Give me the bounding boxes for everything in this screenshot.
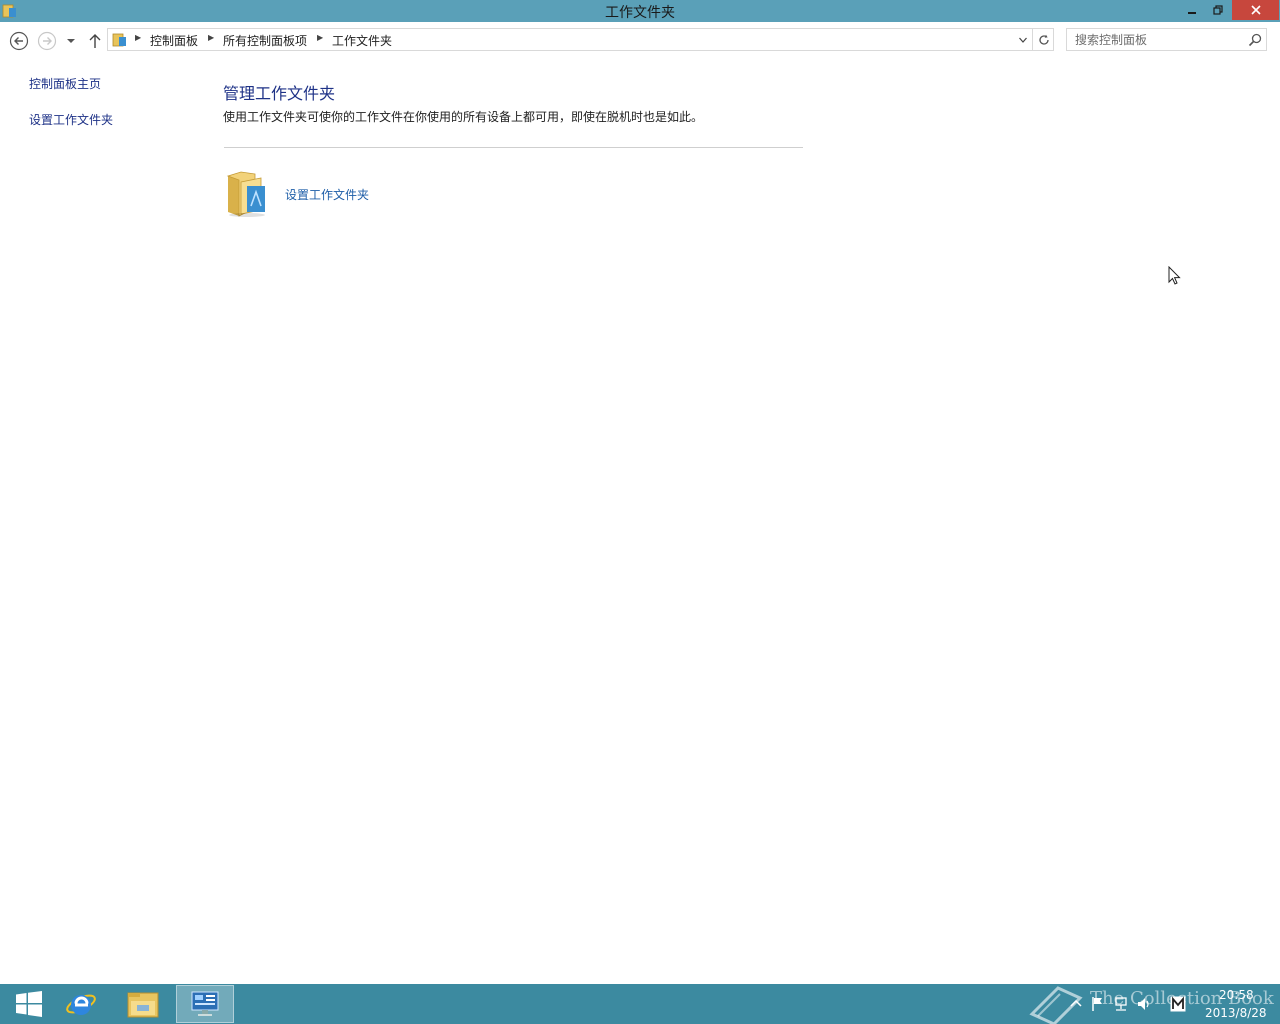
breadcrumb-control-panel[interactable]: 控制面板 (150, 32, 198, 49)
breadcrumb-separator-icon[interactable]: ▶ (317, 33, 323, 42)
control-panel-icon (191, 991, 219, 1016)
work-folders-icon[interactable] (225, 168, 271, 218)
breadcrumb-separator-icon[interactable]: ▶ (135, 33, 141, 42)
up-button[interactable] (84, 30, 106, 52)
left-pane: 控制面板主页 设置工作文件夹 (0, 58, 200, 982)
clock-date[interactable]: 2013/8/28 (1205, 1006, 1267, 1020)
breadcrumb-separator-icon[interactable]: ▶ (208, 33, 214, 42)
file-explorer-icon (127, 992, 159, 1018)
title-bar: 工作文件夹 (0, 0, 1280, 22)
volume-icon[interactable] (1136, 996, 1152, 1012)
search-input[interactable] (1075, 31, 1245, 48)
taskbar-internet-explorer[interactable] (52, 984, 110, 1024)
restore-button[interactable] (1204, 0, 1232, 20)
restore-icon (1213, 5, 1223, 15)
mouse-cursor-icon (1168, 266, 1181, 285)
chevron-down-icon (67, 39, 75, 43)
windows-logo-icon (16, 991, 42, 1017)
setup-work-folders-side-link[interactable]: 设置工作文件夹 (29, 111, 113, 128)
address-bar[interactable]: ▶ 控制面板 ▶ 所有控制面板项 ▶ 工作文件夹 (107, 28, 1054, 51)
network-icon[interactable] (1113, 996, 1129, 1012)
refresh-icon (1038, 34, 1049, 45)
refresh-button[interactable] (1032, 29, 1054, 50)
chevron-down-icon (1019, 37, 1027, 43)
search-box[interactable] (1066, 28, 1267, 51)
navigation-bar: ▶ 控制面板 ▶ 所有控制面板项 ▶ 工作文件夹 (0, 22, 1280, 58)
breadcrumb-work-folders[interactable]: 工作文件夹 (332, 32, 392, 49)
back-button[interactable] (8, 30, 30, 52)
control-panel-home-link[interactable]: 控制面板主页 (29, 75, 101, 92)
control-panel-location-icon (112, 33, 126, 47)
page-title: 管理工作文件夹 (223, 84, 336, 103)
internet-explorer-icon (66, 994, 96, 1015)
taskbar-file-explorer[interactable] (114, 984, 172, 1024)
breadcrumb-all-items[interactable]: 所有控制面板项 (223, 32, 307, 49)
action-center-flag-icon[interactable] (1090, 996, 1106, 1012)
minimize-icon (1188, 12, 1196, 14)
search-icon[interactable] (1247, 32, 1263, 48)
start-button[interactable] (0, 984, 58, 1024)
taskbar-control-panel[interactable] (176, 985, 234, 1023)
divider (224, 147, 803, 148)
close-icon (1250, 5, 1261, 15)
window-title: 工作文件夹 (605, 5, 675, 21)
up-arrow-icon (89, 34, 101, 48)
back-arrow-icon (9, 31, 29, 51)
setup-work-folders-link[interactable]: 设置工作文件夹 (285, 186, 369, 203)
address-dropdown-button[interactable] (1014, 30, 1032, 49)
close-button[interactable] (1232, 0, 1279, 20)
forward-arrow-icon (37, 31, 57, 51)
taskbar: The Collection Book 20:58 2013/8/28 (0, 984, 1280, 1024)
minimize-button[interactable] (1178, 0, 1206, 20)
forward-button[interactable] (36, 30, 58, 52)
input-method-icon[interactable] (1170, 996, 1186, 1012)
clock-time[interactable]: 20:58 (1219, 988, 1254, 1002)
recent-locations-button[interactable] (62, 30, 80, 52)
show-hidden-icons-icon[interactable] (1068, 996, 1084, 1012)
page-description: 使用工作文件夹可使你的工作文件在你使用的所有设备上都可用，即使在脱机时也是如此。 (223, 110, 704, 124)
